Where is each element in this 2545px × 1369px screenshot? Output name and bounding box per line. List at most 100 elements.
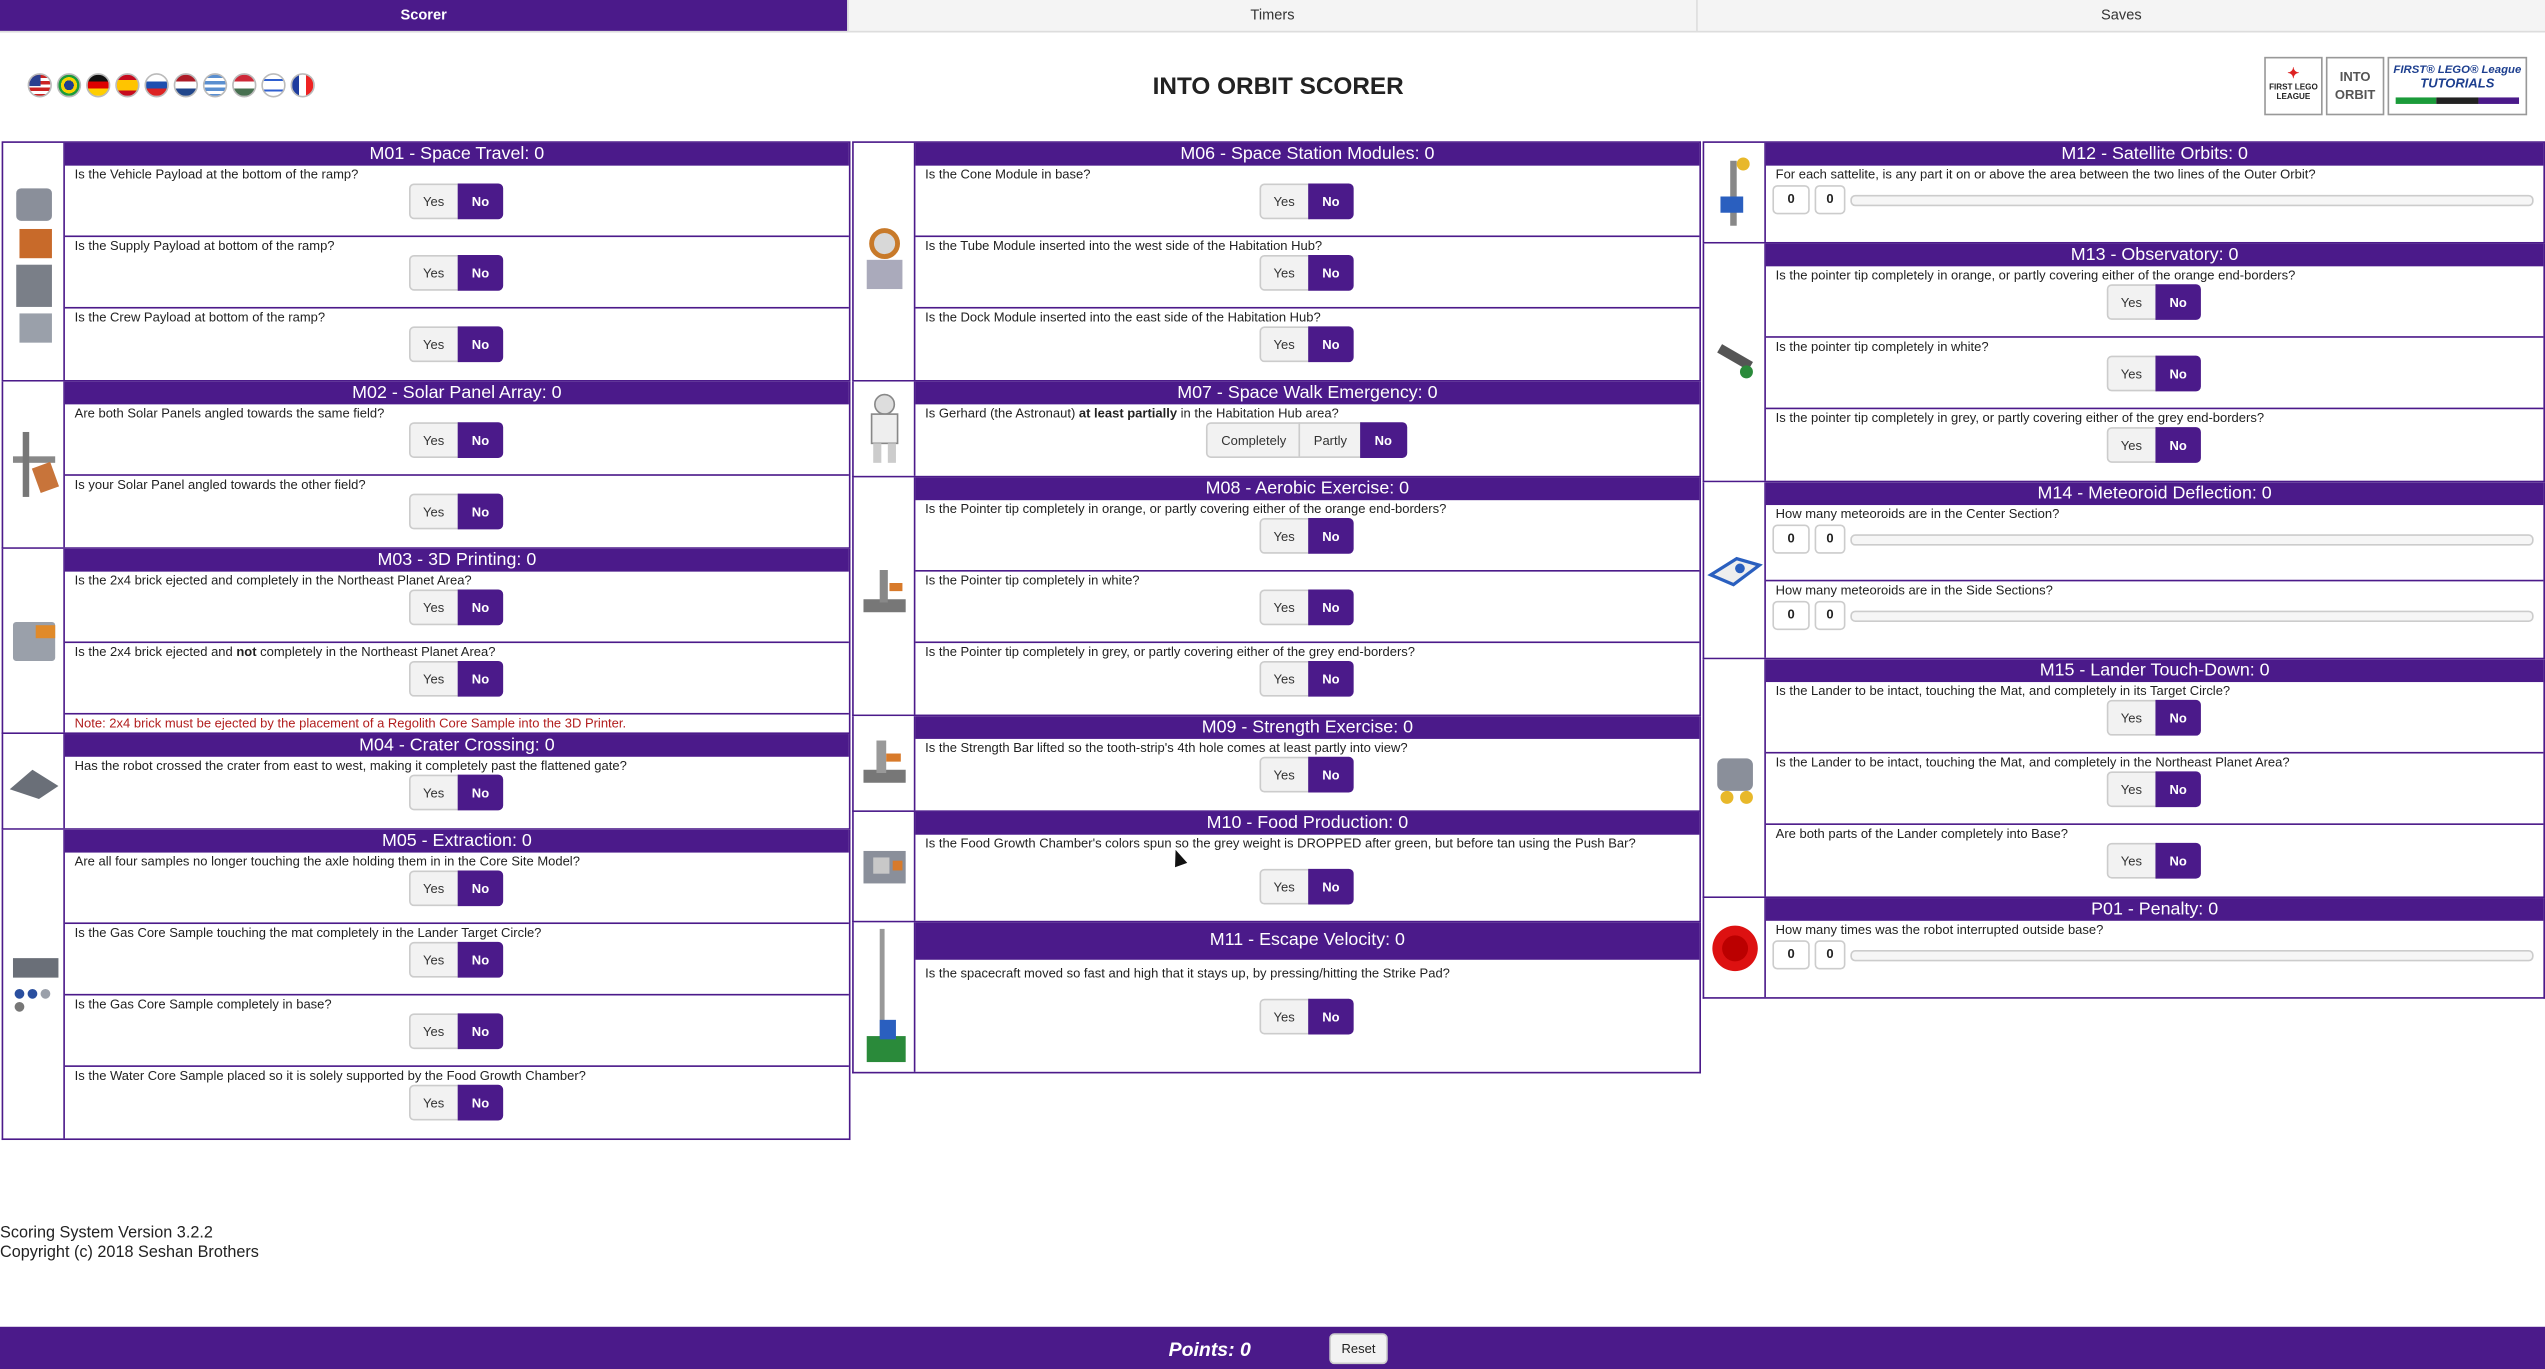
- yes-button[interactable]: Yes: [2106, 427, 2157, 463]
- p01-title: P01 - Penalty: 0: [1765, 898, 2544, 921]
- column-right: M12 - Satellite Orbits: 0 For each satte…: [1702, 141, 2545, 999]
- no-button[interactable]: No: [1307, 254, 1355, 291]
- yes-button[interactable]: Yes: [408, 422, 459, 458]
- yes-button[interactable]: Yes: [1258, 589, 1310, 626]
- yes-button[interactable]: Yes: [408, 326, 459, 363]
- no-button[interactable]: No: [457, 254, 504, 291]
- yes-button[interactable]: Yes: [1258, 254, 1310, 291]
- no-button[interactable]: No: [1307, 756, 1355, 793]
- aerobic-machine-model-icon: [854, 477, 916, 715]
- no-button[interactable]: No: [1307, 998, 1355, 1035]
- yes-button[interactable]: Yes: [1258, 660, 1310, 697]
- mission-m10: M10 - Food Production: 0 Is the Food Gro…: [852, 811, 1701, 923]
- bottom-bar: Points: 0 Reset: [0, 1326, 2545, 1369]
- no-button[interactable]: No: [2154, 355, 2202, 392]
- m08-q2: Is the Pointer tip completely in white? Y…: [915, 572, 1700, 644]
- slider-track[interactable]: [1850, 609, 2534, 622]
- mission-m07: M07 - Space Walk Emergency: 0 Is Gerhard…: [852, 381, 1701, 478]
- yes-button[interactable]: Yes: [408, 254, 459, 291]
- yes-button[interactable]: Yes: [408, 493, 459, 530]
- mission-m11: M11 - Escape Velocity: 0 Is the spacecra…: [852, 922, 1701, 1074]
- yes-button[interactable]: Yes: [408, 870, 459, 907]
- partly-button[interactable]: Partly: [1299, 422, 1362, 458]
- m05-title: M05 - Extraction: 0: [64, 829, 849, 853]
- tab-timers[interactable]: Timers: [847, 0, 1697, 33]
- meteoroid-model-icon: [1704, 482, 1766, 658]
- no-button[interactable]: No: [1359, 422, 1407, 458]
- yes-button[interactable]: Yes: [408, 183, 459, 220]
- no-button[interactable]: No: [457, 1013, 504, 1050]
- m06-q2: Is the Tube Module inserted into the wes…: [915, 237, 1700, 309]
- m06-q3: Is the Dock Module inserted into the eas…: [915, 309, 1699, 380]
- no-button[interactable]: No: [457, 870, 504, 907]
- column-middle: M06 - Space Station Modules: 0 Is the Co…: [852, 141, 1701, 1074]
- yes-button[interactable]: Yes: [2106, 699, 2157, 736]
- no-button[interactable]: No: [2154, 284, 2202, 320]
- no-button[interactable]: No: [457, 589, 504, 626]
- no-button[interactable]: No: [1307, 589, 1355, 626]
- no-button[interactable]: No: [457, 1084, 504, 1121]
- completely-button[interactable]: Completely: [1206, 422, 1301, 458]
- tab-saves[interactable]: Saves: [1696, 0, 2545, 33]
- no-button[interactable]: No: [457, 660, 504, 697]
- no-button[interactable]: No: [457, 183, 504, 220]
- yes-button[interactable]: Yes: [1258, 518, 1310, 554]
- reset-button[interactable]: Reset: [1329, 1333, 1388, 1365]
- mission-m09: M09 - Strength Exercise: 0 Is the Streng…: [852, 716, 1701, 812]
- m09-q1: Is the Strength Bar lifted so the tooth-…: [915, 739, 1699, 810]
- yes-button[interactable]: Yes: [1258, 868, 1310, 905]
- yes-button[interactable]: Yes: [2106, 284, 2157, 320]
- slider-track[interactable]: [1850, 533, 2534, 545]
- tab-scorer[interactable]: Scorer: [0, 0, 848, 33]
- mission-m12: M12 - Satellite Orbits: 0 For each satte…: [1702, 141, 2545, 244]
- m05-q1: Are all four samples no longer touching …: [64, 853, 849, 925]
- m12-q1: For each sattelite, is any part it on or…: [1766, 166, 2543, 242]
- m15-q2: Is the Lander to be intact, touching the…: [1765, 754, 2544, 825]
- m14-q1: How many meteoroids are in the Center Se…: [1765, 505, 2544, 582]
- m15-title: M15 - Lander Touch-Down: 0: [1765, 659, 2544, 683]
- mission-m05: M05 - Extraction: 0 Are all four samples…: [1, 829, 851, 1141]
- yes-button[interactable]: Yes: [2106, 842, 2157, 879]
- version-text: Scoring System Version 3.2.2: [0, 1224, 213, 1243]
- yes-button[interactable]: Yes: [1258, 998, 1310, 1035]
- space-station-model-icon: [854, 142, 916, 381]
- yes-button[interactable]: Yes: [408, 1013, 459, 1050]
- no-button[interactable]: No: [2154, 842, 2202, 879]
- no-button[interactable]: No: [1307, 868, 1355, 905]
- m11-q1: Is the spacecraft moved so fast and high…: [915, 960, 1699, 1046]
- no-button[interactable]: No: [1307, 183, 1355, 220]
- no-button[interactable]: No: [1307, 660, 1355, 697]
- yes-button[interactable]: Yes: [1258, 183, 1310, 220]
- side-meteoroid-slider[interactable]: 00: [1772, 599, 2534, 631]
- yes-button[interactable]: Yes: [408, 660, 459, 697]
- yes-button[interactable]: Yes: [1258, 756, 1310, 793]
- mission-m14: M14 - Meteoroid Deflection: 0 How many m…: [1702, 482, 2545, 660]
- no-button[interactable]: No: [1307, 518, 1355, 554]
- no-button[interactable]: No: [457, 326, 504, 363]
- no-button[interactable]: No: [457, 774, 504, 811]
- no-button[interactable]: No: [457, 941, 504, 978]
- no-button[interactable]: No: [457, 493, 504, 530]
- m14-title: M14 - Meteoroid Deflection: 0: [1765, 482, 2544, 506]
- satellite-slider[interactable]: 00: [1772, 184, 2534, 216]
- yes-button[interactable]: Yes: [408, 941, 459, 978]
- center-meteoroid-slider[interactable]: 00: [1772, 523, 2534, 555]
- slider-track[interactable]: [1850, 194, 2534, 206]
- yes-button[interactable]: Yes: [2106, 771, 2157, 808]
- slider-track[interactable]: [1850, 949, 2534, 961]
- no-button[interactable]: No: [2154, 427, 2202, 463]
- penalty-slider[interactable]: 00: [1772, 939, 2534, 971]
- no-button[interactable]: No: [2154, 699, 2202, 736]
- no-button[interactable]: No: [457, 422, 504, 458]
- m06-title: M06 - Space Station Modules: 0: [915, 142, 1700, 166]
- yes-button[interactable]: Yes: [1258, 326, 1310, 363]
- yes-button[interactable]: Yes: [2106, 355, 2157, 392]
- no-button[interactable]: No: [1307, 326, 1355, 363]
- yes-button[interactable]: Yes: [408, 589, 459, 626]
- yes-button[interactable]: Yes: [408, 1084, 459, 1121]
- m05-q2: Is the Gas Core Sample touching the mat …: [64, 924, 849, 996]
- no-button[interactable]: No: [2154, 771, 2202, 808]
- yes-button[interactable]: Yes: [408, 774, 459, 811]
- m08-title: M08 - Aerobic Exercise: 0: [915, 477, 1700, 501]
- m03-title: M03 - 3D Printing: 0: [64, 548, 849, 572]
